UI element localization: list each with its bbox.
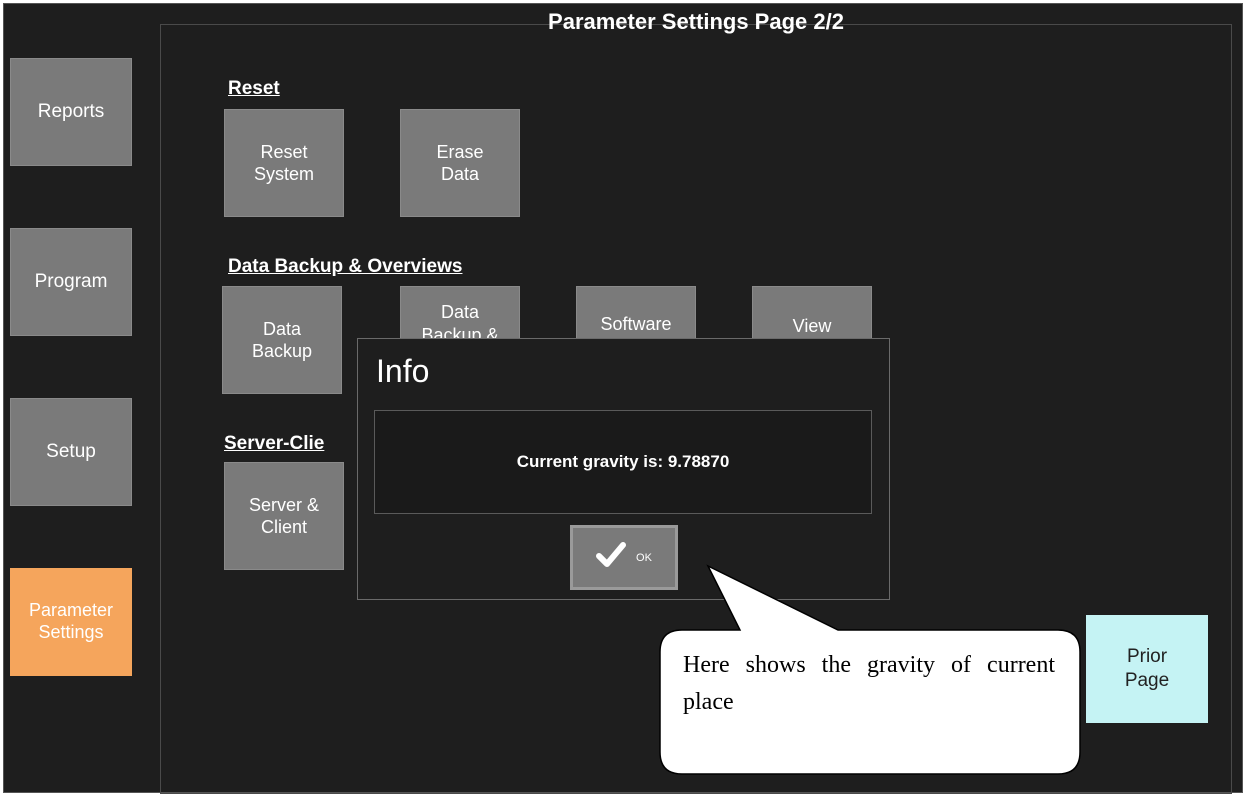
callout-text: Here shows the gravity of current place (683, 652, 1055, 716)
nav-program-button[interactable]: Program (10, 228, 132, 336)
section-heading-server-client: Server-Clie (224, 433, 325, 454)
section-heading-reset: Reset (228, 78, 280, 99)
dialog-title: Info (376, 353, 430, 389)
dialog-message: Current gravity is: 9.78870 (516, 452, 730, 471)
info-dialog: Info Current gravity is: 9.78870 OK (357, 338, 890, 600)
nav-parameter-settings-button[interactable]: Parameter Settings (10, 568, 132, 676)
section-heading-data-backup: Data Backup & Overviews (228, 256, 463, 277)
page-title: Parameter Settings Page 2/2 (548, 9, 844, 34)
checkmark-icon (596, 541, 627, 574)
erase-data-button[interactable]: Erase Data (400, 109, 520, 217)
ok-label: OK (636, 551, 652, 564)
nav-setup-button[interactable]: Setup (10, 398, 132, 506)
data-backup-button[interactable]: Data Backup (222, 286, 342, 394)
nav-reports-button[interactable]: Reports (10, 58, 132, 166)
dialog-message-box: Current gravity is: 9.78870 (374, 410, 872, 514)
ok-button[interactable]: OK (570, 525, 678, 590)
prior-page-button[interactable]: Prior Page (1086, 615, 1208, 723)
reset-system-button[interactable]: Reset System (224, 109, 344, 217)
server-client-button[interactable]: Server & Client (224, 462, 344, 570)
